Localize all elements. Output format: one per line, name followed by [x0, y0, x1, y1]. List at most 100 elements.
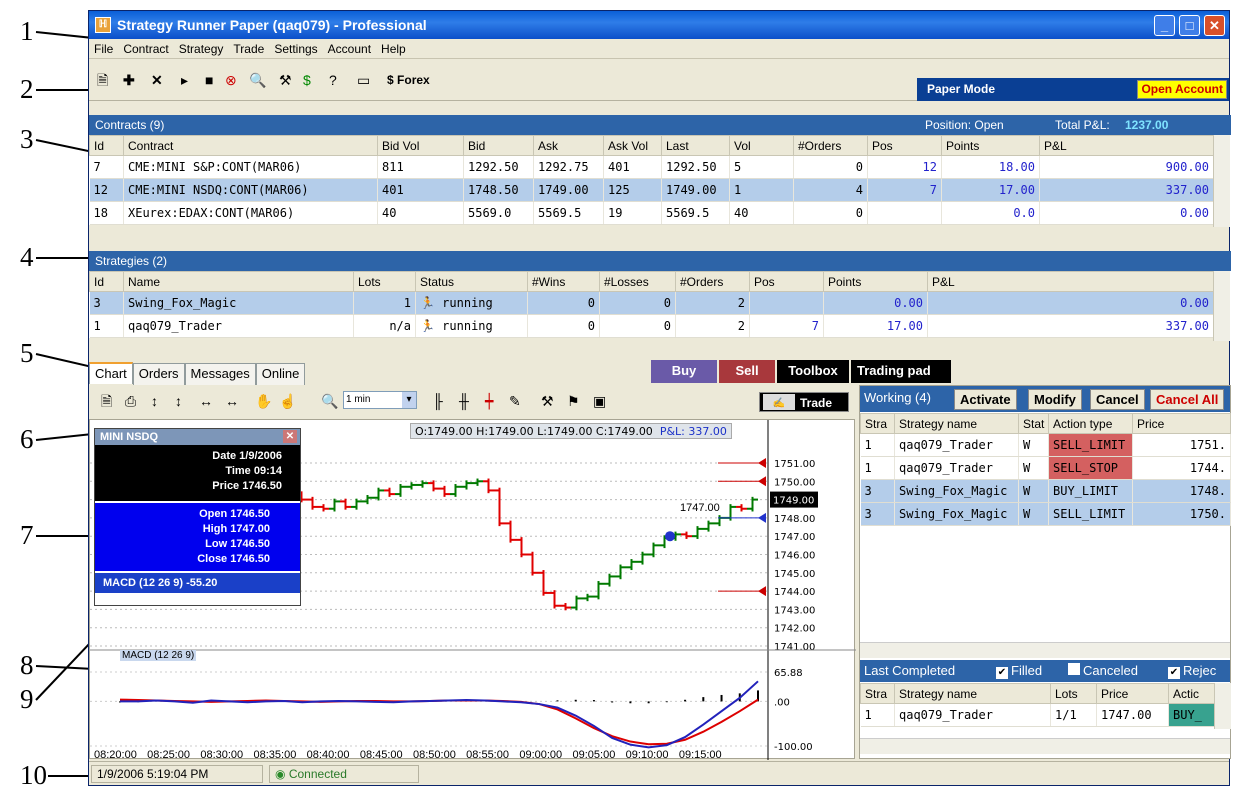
- table-row[interactable]: 3 Swing_Fox_Magic W SELL_LIMIT 1750.: [860, 502, 1231, 526]
- column-header[interactable]: Strategy name: [894, 683, 1051, 704]
- help-icon[interactable]: ?: [329, 72, 337, 88]
- column-header[interactable]: Status: [415, 271, 528, 292]
- cancel-button[interactable]: Cancel: [1090, 389, 1145, 410]
- sell-button[interactable]: Sell: [719, 360, 775, 383]
- table-row[interactable]: 18 XEurex:EDAX:CONT(MAR06) 40 5569.0 5569.5 1…: [89, 201, 1214, 225]
- draw-icon[interactable]: ✎: [509, 393, 521, 409]
- play-icon[interactable]: ▸: [181, 72, 188, 88]
- modify-button[interactable]: Modify: [1028, 389, 1082, 410]
- table-row[interactable]: 1 qaq079_Trader W SELL_LIMIT 1751.: [860, 433, 1231, 457]
- column-header[interactable]: Ask Vol: [603, 135, 662, 156]
- menu-settings[interactable]: Settings: [269, 39, 322, 59]
- menu-contract[interactable]: Contract: [118, 39, 173, 59]
- column-header[interactable]: #Orders: [793, 135, 868, 156]
- column-header[interactable]: Last: [661, 135, 730, 156]
- trading-pad-button[interactable]: Trading pad: [851, 360, 951, 383]
- column-header[interactable]: Price: [1132, 413, 1231, 434]
- cancel-circle-icon[interactable]: ⊗: [225, 72, 237, 88]
- pan-hand-icon[interactable]: ✋: [255, 393, 272, 409]
- tools-icon[interactable]: ⚒: [279, 72, 292, 88]
- column-header[interactable]: Points: [941, 135, 1040, 156]
- column-header[interactable]: Pos: [749, 271, 824, 292]
- zoom-y-in-icon[interactable]: ↕: [151, 393, 158, 409]
- toolbox-button[interactable]: Toolbox: [777, 360, 849, 383]
- column-header[interactable]: Id: [89, 135, 124, 156]
- column-header[interactable]: Lots: [1050, 683, 1097, 704]
- column-header[interactable]: #Wins: [527, 271, 600, 292]
- column-header[interactable]: Actic: [1168, 683, 1215, 704]
- new-contract-icon[interactable]: 🗎: [97, 72, 108, 88]
- stop-icon[interactable]: ■: [205, 72, 213, 88]
- close-button[interactable]: ✕: [1204, 15, 1225, 36]
- interval-select[interactable]: 1 min ▾: [343, 391, 417, 409]
- menu-file[interactable]: File: [89, 39, 118, 59]
- bar-chart-icon[interactable]: ╟: [433, 393, 443, 409]
- column-header[interactable]: Name: [123, 271, 354, 292]
- table-row[interactable]: 3 Swing_Fox_Magic 1 🏃 running 0 0 2 0.00 0.00: [89, 291, 1214, 315]
- canceled-filter[interactable]: Canceled: [1068, 660, 1138, 682]
- table-row[interactable]: 7 CME:MINI S&P:CONT(MAR06) 811 1292.50 1292.…: [89, 155, 1214, 179]
- menu-help[interactable]: Help: [376, 39, 411, 59]
- column-header[interactable]: Price: [1096, 683, 1169, 704]
- open-account-button[interactable]: Open Account: [1137, 80, 1227, 99]
- rejected-filter[interactable]: ✔ Rejec: [1168, 660, 1216, 682]
- column-header[interactable]: P&L: [1039, 135, 1214, 156]
- tab-messages[interactable]: Messages: [184, 363, 256, 385]
- rejected-checkbox[interactable]: ✔: [1168, 667, 1180, 679]
- contracts-scrollbar[interactable]: [1213, 135, 1230, 227]
- trade-button[interactable]: ✍ Trade: [759, 392, 849, 412]
- close-icon[interactable]: ✕: [283, 430, 297, 443]
- column-header[interactable]: Action type: [1048, 413, 1133, 434]
- completed-hscrollbar[interactable]: [860, 738, 1230, 754]
- buy-button[interactable]: Buy: [651, 360, 717, 383]
- column-header[interactable]: Lots: [353, 271, 416, 292]
- money-icon[interactable]: $: [303, 72, 311, 88]
- table-row[interactable]: 1 qaq079_Trader W SELL_STOP 1744.: [860, 456, 1231, 480]
- table-row[interactable]: 1 qaq079_Trader 1/1 1747.00 BUY_: [860, 703, 1215, 727]
- indicator-icon[interactable]: ⚒: [541, 393, 554, 409]
- column-header[interactable]: Stra: [860, 683, 895, 704]
- zoom-x-in-icon[interactable]: ↔: [199, 393, 213, 409]
- filled-filter[interactable]: ✔ Filled: [996, 660, 1042, 682]
- ticket-icon[interactable]: ▭: [357, 72, 370, 88]
- strategies-scrollbar[interactable]: [1213, 271, 1230, 341]
- menu-account[interactable]: Account: [323, 39, 376, 59]
- forex-button[interactable]: $ Forex: [387, 72, 430, 88]
- tab-online[interactable]: Online: [255, 363, 306, 385]
- activate-button[interactable]: Activate: [954, 389, 1017, 410]
- snapshot-icon[interactable]: ▣: [593, 393, 606, 409]
- column-header[interactable]: P&L: [927, 271, 1214, 292]
- candle-icon[interactable]: ╫: [459, 393, 469, 409]
- ohlc-icon[interactable]: ┿: [485, 393, 493, 409]
- filled-checkbox[interactable]: ✔: [996, 667, 1008, 679]
- print-icon[interactable]: ⎙: [125, 393, 136, 409]
- table-row[interactable]: 1 qaq079_Trader n/a 🏃 running 0 0 2 7 17.00 337.0…: [89, 314, 1214, 338]
- zoom-x-out-icon[interactable]: ↔: [225, 393, 239, 409]
- working-hscrollbar[interactable]: [860, 642, 1230, 658]
- tab-chart[interactable]: Chart: [89, 362, 133, 384]
- column-header[interactable]: Vol: [729, 135, 794, 156]
- canceled-checkbox[interactable]: [1068, 663, 1080, 675]
- column-header[interactable]: Id: [89, 271, 124, 292]
- properties-icon[interactable]: 🗎: [101, 393, 112, 409]
- minimize-button[interactable]: _: [1154, 15, 1175, 36]
- column-header[interactable]: Bid Vol: [377, 135, 464, 156]
- remove-icon[interactable]: ✕: [151, 72, 163, 88]
- table-row[interactable]: 3 Swing_Fox_Magic W BUY_LIMIT 1748.: [860, 479, 1231, 503]
- zoom-y-out-icon[interactable]: ↕: [175, 393, 182, 409]
- column-header[interactable]: Pos: [867, 135, 942, 156]
- table-row[interactable]: 12 CME:MINI NSDQ:CONT(MAR06) 401 1748.50 174…: [89, 178, 1214, 202]
- zoom-icon[interactable]: 🔍: [321, 393, 338, 409]
- column-header[interactable]: Stra: [860, 413, 895, 434]
- column-header[interactable]: #Orders: [675, 271, 750, 292]
- chart-area[interactable]: 1751.00 1750.00 1749.00 1748.00 1747.00 1746.…: [89, 419, 856, 760]
- search-icon[interactable]: 🔍: [249, 72, 266, 88]
- flag-icon[interactable]: ⚑: [567, 393, 580, 409]
- pointer-hand-icon[interactable]: ☝: [279, 393, 296, 409]
- menu-strategy[interactable]: Strategy: [174, 39, 229, 59]
- column-header[interactable]: Bid: [463, 135, 534, 156]
- menu-trade[interactable]: Trade: [228, 39, 269, 59]
- column-header[interactable]: Stat: [1018, 413, 1049, 434]
- maximize-button[interactable]: □: [1179, 15, 1200, 36]
- column-header[interactable]: #Losses: [599, 271, 676, 292]
